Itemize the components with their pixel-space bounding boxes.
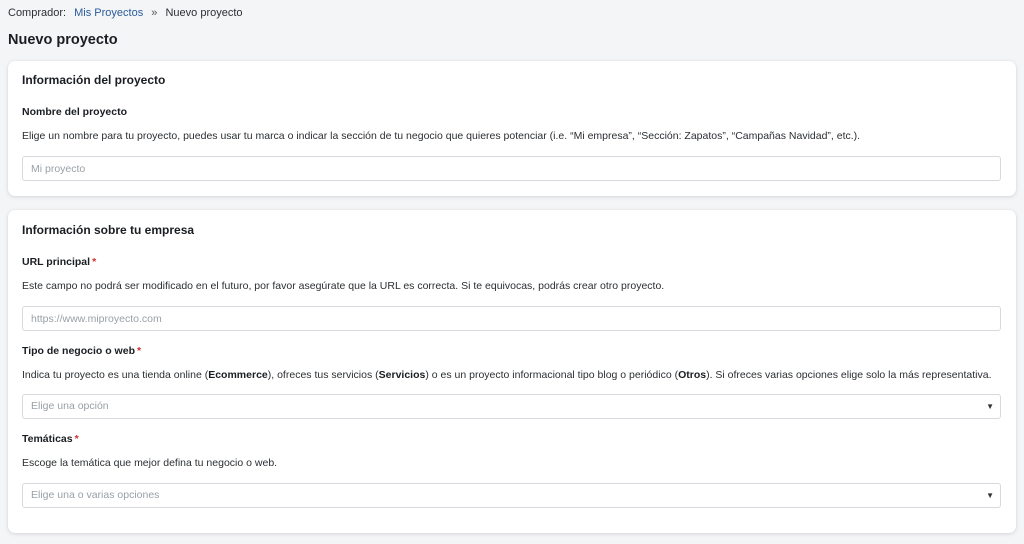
- topics-select[interactable]: Elige una o varias opciones ▼: [22, 483, 1001, 508]
- breadcrumb-link-mis-proyectos[interactable]: Mis Proyectos: [74, 7, 143, 19]
- required-mark: *: [92, 256, 97, 268]
- required-mark: *: [74, 433, 79, 445]
- business-type-select[interactable]: Elige una opción ▼: [22, 394, 1001, 419]
- topics-label: Temáticas *: [22, 433, 79, 445]
- business-type-label-text: Tipo de negocio o web: [22, 345, 135, 357]
- breadcrumb-prefix: Comprador:: [8, 7, 67, 19]
- project-name-label: Nombre del proyecto: [22, 106, 128, 118]
- url-input[interactable]: [22, 306, 1001, 331]
- url-label-text: URL principal: [22, 256, 91, 268]
- page-title: Nuevo proyecto: [8, 32, 118, 48]
- project-info-card: Información del proyecto Nombre del proy…: [8, 61, 1016, 196]
- caret-down-icon: ▼: [986, 402, 994, 411]
- topics-help: Escoge la temática que mejor defina tu n…: [22, 457, 278, 469]
- business-type-placeholder: Elige una opción: [31, 400, 109, 412]
- company-info-title: Información sobre tu empresa: [22, 223, 195, 237]
- project-name-input[interactable]: [22, 156, 1001, 181]
- project-info-title: Información del proyecto: [22, 73, 166, 87]
- help-bold-servicios: Servicios: [378, 369, 426, 381]
- help-text: ). Si ofreces varias opciones elige solo…: [706, 369, 992, 381]
- breadcrumb-separator: »: [151, 7, 158, 19]
- help-text: ), ofreces tus servicios (: [267, 369, 379, 381]
- help-bold-otros: Otros: [678, 369, 707, 381]
- help-bold-ecommerce: Ecommerce: [208, 369, 268, 381]
- breadcrumb: Comprador: Mis Proyectos » Nuevo proyect…: [8, 7, 243, 19]
- topics-placeholder: Elige una o varias opciones: [31, 489, 160, 501]
- url-help: Este campo no podrá ser modificado en el…: [22, 280, 665, 292]
- project-name-help: Elige un nombre para tu proyecto, puedes…: [22, 130, 861, 142]
- business-type-help: Indica tu proyecto es una tienda online …: [22, 369, 997, 381]
- company-info-card: Información sobre tu empresa URL princip…: [8, 210, 1016, 533]
- required-mark: *: [136, 345, 142, 357]
- breadcrumb-current: Nuevo proyecto: [165, 7, 243, 19]
- caret-down-icon: ▼: [986, 491, 994, 500]
- help-text: ) o es un proyecto informacional tipo bl…: [425, 369, 679, 381]
- url-label: URL principal *: [22, 256, 96, 268]
- topics-label-text: Temáticas: [22, 433, 73, 445]
- help-text: Indica tu proyecto es una tienda online …: [22, 369, 209, 381]
- business-type-label: Tipo de negocio o web *: [22, 345, 141, 357]
